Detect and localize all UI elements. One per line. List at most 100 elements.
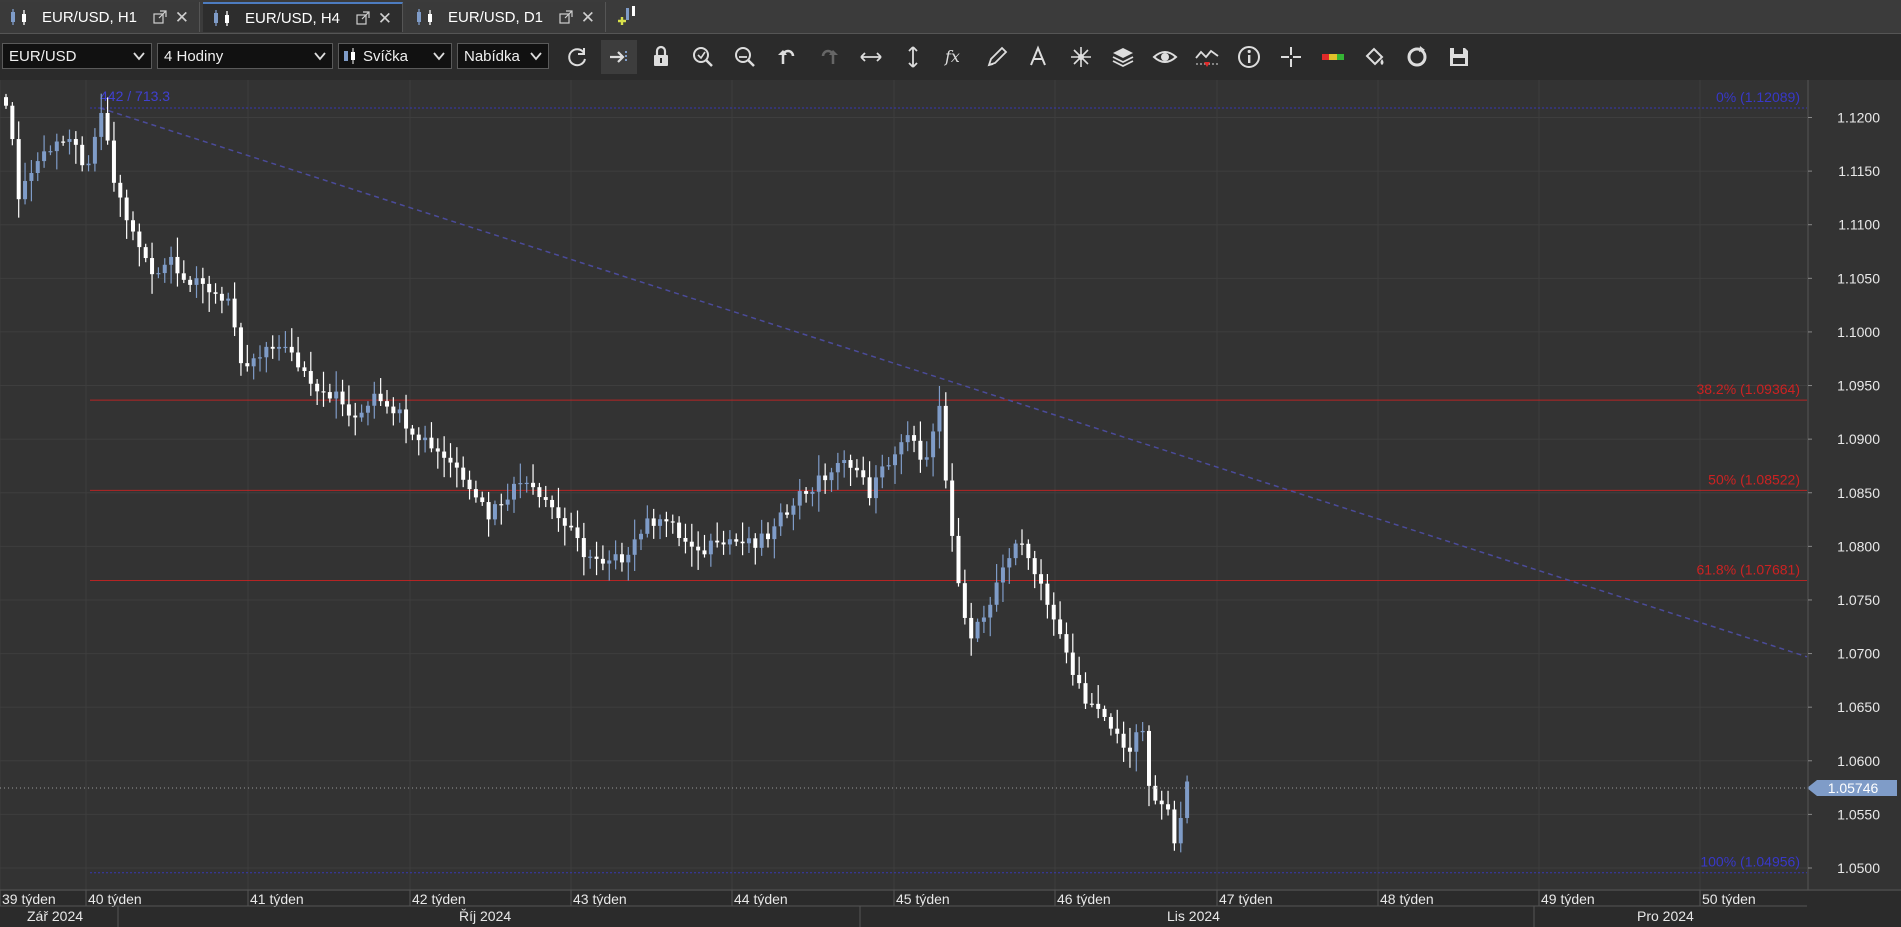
candle-body bbox=[111, 140, 116, 183]
price-axis-label: 1.0550 bbox=[1837, 806, 1880, 822]
candle-body bbox=[683, 537, 688, 542]
add-chart-icon[interactable] bbox=[616, 4, 640, 28]
candle-body bbox=[880, 466, 885, 478]
info-button[interactable] bbox=[1231, 40, 1267, 74]
candlestick-icon bbox=[417, 9, 432, 25]
zoom-out-button[interactable] bbox=[727, 40, 763, 74]
lock-button[interactable] bbox=[643, 40, 679, 74]
candle-body bbox=[797, 491, 802, 506]
layers-button[interactable] bbox=[1105, 40, 1141, 74]
candle-body bbox=[238, 327, 243, 364]
text-button[interactable] bbox=[1021, 40, 1057, 74]
candle-body bbox=[429, 437, 434, 449]
candle-body bbox=[1013, 543, 1018, 559]
candle-body bbox=[302, 367, 307, 372]
tab-label: EUR/USD, D1 bbox=[448, 8, 544, 26]
paint-bucket-button[interactable] bbox=[1357, 40, 1393, 74]
visibility-button[interactable] bbox=[1147, 40, 1183, 74]
candle-body bbox=[372, 393, 377, 406]
horizontal-scale-button[interactable] bbox=[853, 40, 889, 74]
pencil-button[interactable] bbox=[979, 40, 1015, 74]
period-select[interactable]: 4 Hodiny bbox=[157, 43, 333, 69]
month-label: Říj 2024 bbox=[459, 908, 511, 924]
text-icon bbox=[1030, 45, 1046, 66]
price-axis-label: 1.0600 bbox=[1837, 753, 1880, 769]
reset-icon bbox=[1407, 46, 1427, 67]
zoom-in-button[interactable] bbox=[685, 40, 721, 74]
ruler-button[interactable] bbox=[1315, 40, 1351, 74]
week-label: 44 týden bbox=[734, 891, 788, 907]
candle-body bbox=[480, 497, 485, 503]
candle-body bbox=[289, 346, 294, 353]
popout-icon[interactable] bbox=[356, 11, 370, 25]
week-label: 48 týden bbox=[1380, 891, 1434, 907]
redo-button[interactable] bbox=[811, 40, 847, 74]
tab-eurusd-d1[interactable]: EUR/USD, D1 ✕ bbox=[406, 2, 606, 32]
vertical-scale-button[interactable] bbox=[895, 40, 931, 74]
candle-body bbox=[467, 479, 472, 490]
candle-body bbox=[10, 105, 15, 140]
paint-bucket-icon bbox=[1365, 47, 1384, 66]
offer-side-value: Nabídka bbox=[464, 47, 520, 65]
indicators-button[interactable]: fx bbox=[937, 40, 973, 74]
shift-chart-icon bbox=[610, 51, 627, 63]
candle-body bbox=[35, 161, 40, 174]
chevron-down-icon bbox=[314, 52, 326, 61]
candle-body bbox=[867, 477, 872, 499]
candle-body bbox=[531, 482, 536, 488]
candle-body bbox=[804, 491, 809, 494]
candle-body bbox=[92, 136, 97, 164]
candle-body bbox=[1140, 730, 1145, 733]
candle-body bbox=[251, 358, 256, 367]
week-label: 47 týden bbox=[1219, 891, 1273, 907]
horizontal-scale-icon bbox=[860, 52, 882, 62]
candle-body bbox=[264, 346, 269, 358]
candle-body bbox=[924, 457, 929, 460]
refresh-button[interactable] bbox=[559, 40, 595, 74]
candle-body bbox=[359, 412, 364, 418]
close-icon[interactable]: ✕ bbox=[175, 9, 189, 26]
candle-body bbox=[23, 180, 28, 200]
candle-body bbox=[486, 502, 491, 520]
reset-button[interactable] bbox=[1399, 40, 1435, 74]
shift-chart-button[interactable] bbox=[601, 40, 637, 74]
candle-body bbox=[181, 273, 186, 280]
candle-body bbox=[835, 463, 840, 473]
tab-eurusd-h1[interactable]: EUR/USD, H1 ✕ bbox=[0, 2, 200, 32]
chart-type-select[interactable]: Svíčka bbox=[338, 43, 452, 69]
candle-body bbox=[886, 465, 891, 467]
candle-body bbox=[981, 617, 986, 622]
candle-body bbox=[918, 440, 923, 460]
popout-icon[interactable] bbox=[559, 10, 573, 24]
candle-body bbox=[861, 470, 866, 478]
star-tool-button[interactable] bbox=[1063, 40, 1099, 74]
close-icon[interactable]: ✕ bbox=[581, 9, 595, 26]
candle-body bbox=[994, 582, 999, 605]
crosshair-button[interactable] bbox=[1273, 40, 1309, 74]
offer-side-select[interactable]: Nabídka bbox=[457, 43, 549, 69]
candle-body bbox=[454, 462, 459, 468]
candle-body bbox=[448, 457, 453, 463]
candle-body bbox=[829, 472, 834, 481]
fib-level-label: 61.8% (1.07681) bbox=[1696, 562, 1800, 578]
candle-body bbox=[315, 383, 320, 392]
instrument-select[interactable]: EUR/USD bbox=[2, 43, 152, 69]
candle-body bbox=[931, 431, 936, 458]
candle-body bbox=[1102, 708, 1107, 717]
price-chart[interactable]: 0% (1.12089) 38.2% (1.09364) 50% (1.08522)… bbox=[0, 80, 1901, 927]
ruler-icon bbox=[1322, 54, 1344, 60]
candle-body bbox=[962, 583, 967, 618]
alerts-button[interactable] bbox=[1189, 40, 1225, 74]
tab-eurusd-h4[interactable]: EUR/USD, H4 ✕ bbox=[203, 2, 403, 32]
candle-body bbox=[200, 278, 205, 284]
candle-body bbox=[283, 346, 288, 349]
undo-button[interactable] bbox=[769, 40, 805, 74]
candle-body bbox=[423, 437, 428, 441]
candle-body bbox=[575, 527, 580, 539]
popout-icon[interactable] bbox=[153, 10, 167, 24]
fib-level-label: 38.2% (1.09364) bbox=[1696, 381, 1800, 397]
vertical-scale-icon bbox=[908, 46, 918, 68]
save-button[interactable] bbox=[1441, 40, 1477, 74]
price-axis-label: 1.0650 bbox=[1837, 699, 1880, 715]
close-icon[interactable]: ✕ bbox=[378, 10, 392, 27]
